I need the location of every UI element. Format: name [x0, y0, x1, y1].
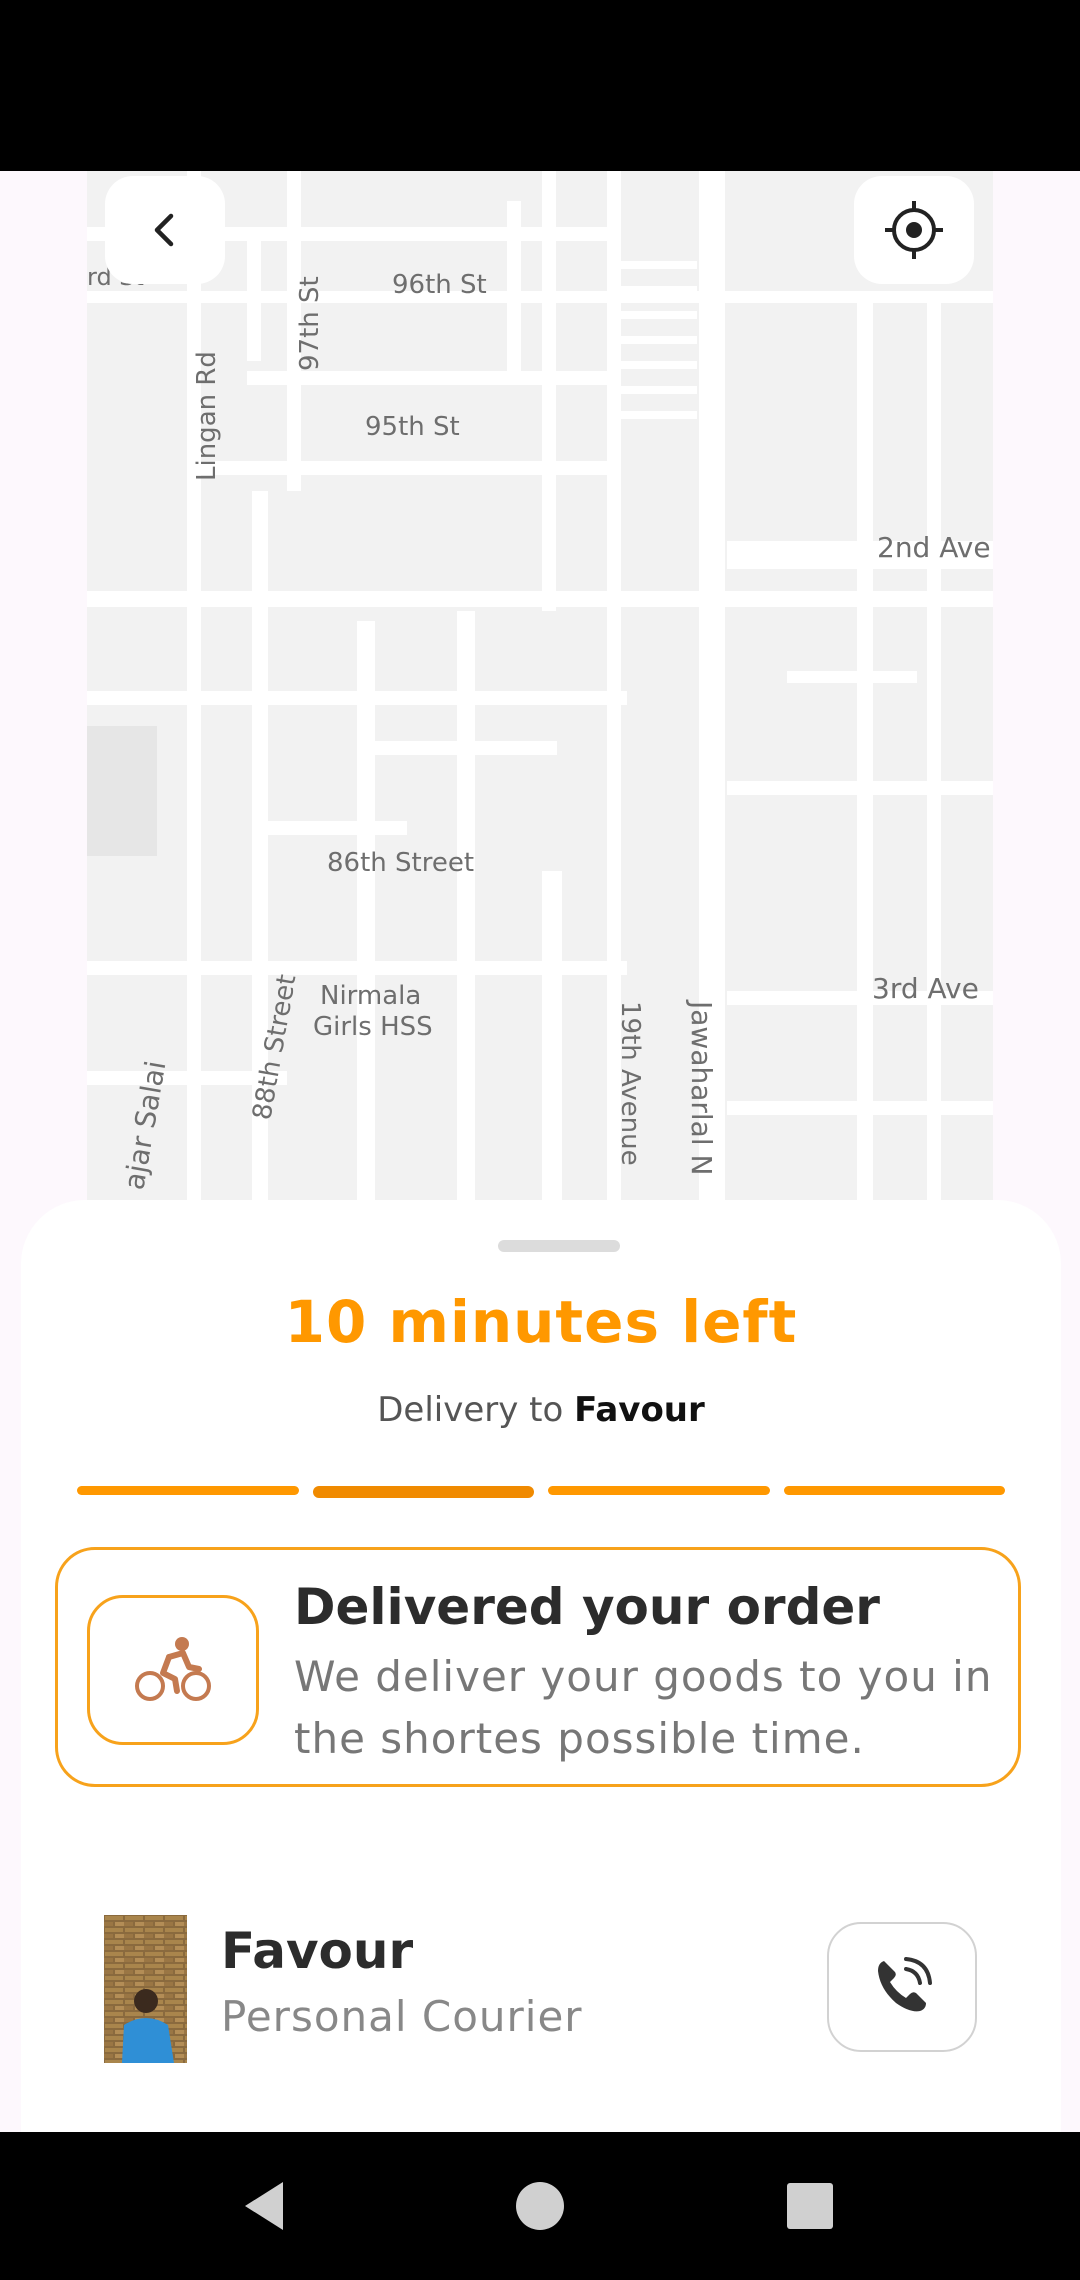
square-recents-icon — [787, 2183, 833, 2229]
status-icon-box — [87, 1595, 259, 1745]
status-title: Delivered your order — [294, 1578, 880, 1636]
bicycle-rider-icon — [135, 1637, 211, 1701]
system-nav-bar — [0, 2132, 1080, 2280]
courier-avatar — [104, 1915, 187, 2063]
progress-step-2 — [312, 1486, 534, 1498]
map-streets: rd St 96th St 97th St Lingan Rd 95th St … — [87, 171, 993, 1200]
status-bar — [0, 0, 1080, 171]
call-courier-button[interactable] — [827, 1922, 977, 2052]
map-label-jawaharlal: Jawaharlal N — [685, 999, 718, 1175]
progress-step-4 — [783, 1486, 1005, 1495]
map-label-2nd-ave: 2nd Ave — [877, 531, 991, 564]
map-label-nirmala-2: Girls HSS — [313, 1012, 433, 1042]
circle-home-icon — [516, 2182, 564, 2230]
courier-row: Favour Personal Courier — [21, 1900, 1061, 2063]
map-label-nirmala-1: Nirmala — [320, 981, 421, 1011]
my-location-button[interactable] — [854, 176, 974, 284]
delivery-progress — [77, 1486, 1005, 1498]
map-label-86th-street: 86th Street — [327, 848, 474, 878]
drag-handle[interactable] — [498, 1240, 620, 1252]
progress-step-1 — [77, 1486, 299, 1495]
delivery-to-line: Delivery to Favour — [21, 1390, 1061, 1430]
map-label-19th-avenue: 19th Avenue — [615, 1001, 645, 1166]
nav-back-button[interactable] — [227, 2166, 307, 2246]
crosshair-icon — [885, 201, 943, 259]
map-view[interactable]: rd St 96th St 97th St Lingan Rd 95th St … — [87, 171, 993, 1200]
nav-home-button[interactable] — [500, 2166, 580, 2246]
phone-call-icon — [878, 1957, 932, 2012]
courier-role: Personal Courier — [221, 1992, 583, 2041]
delivery-bottom-sheet: 10 minutes left Delivery to Favour Deliv… — [21, 1200, 1061, 2132]
courier-name: Favour — [221, 1922, 414, 1980]
delivery-recipient: Favour — [574, 1390, 705, 1430]
map-label-3rd-ave: 3rd Ave — [872, 972, 979, 1005]
progress-step-3 — [548, 1486, 770, 1495]
map-label-97th-st: 97th St — [295, 276, 325, 371]
triangle-back-icon — [245, 2182, 283, 2230]
back-button[interactable] — [105, 176, 225, 284]
map-label-lingan-rd: Lingan Rd — [192, 351, 222, 481]
status-description: We deliver your goods to you in the shor… — [294, 1652, 993, 1763]
order-status-card: Delivered your order We deliver your goo… — [55, 1547, 1021, 1787]
map-label-96th-st: 96th St — [392, 270, 487, 300]
chevron-left-icon — [154, 213, 174, 247]
map-label-95th-st: 95th St — [365, 412, 460, 442]
nav-recents-button[interactable] — [770, 2166, 850, 2246]
eta-title: 10 minutes left — [284, 1288, 798, 1356]
delivery-to-prefix: Delivery to — [377, 1390, 575, 1430]
